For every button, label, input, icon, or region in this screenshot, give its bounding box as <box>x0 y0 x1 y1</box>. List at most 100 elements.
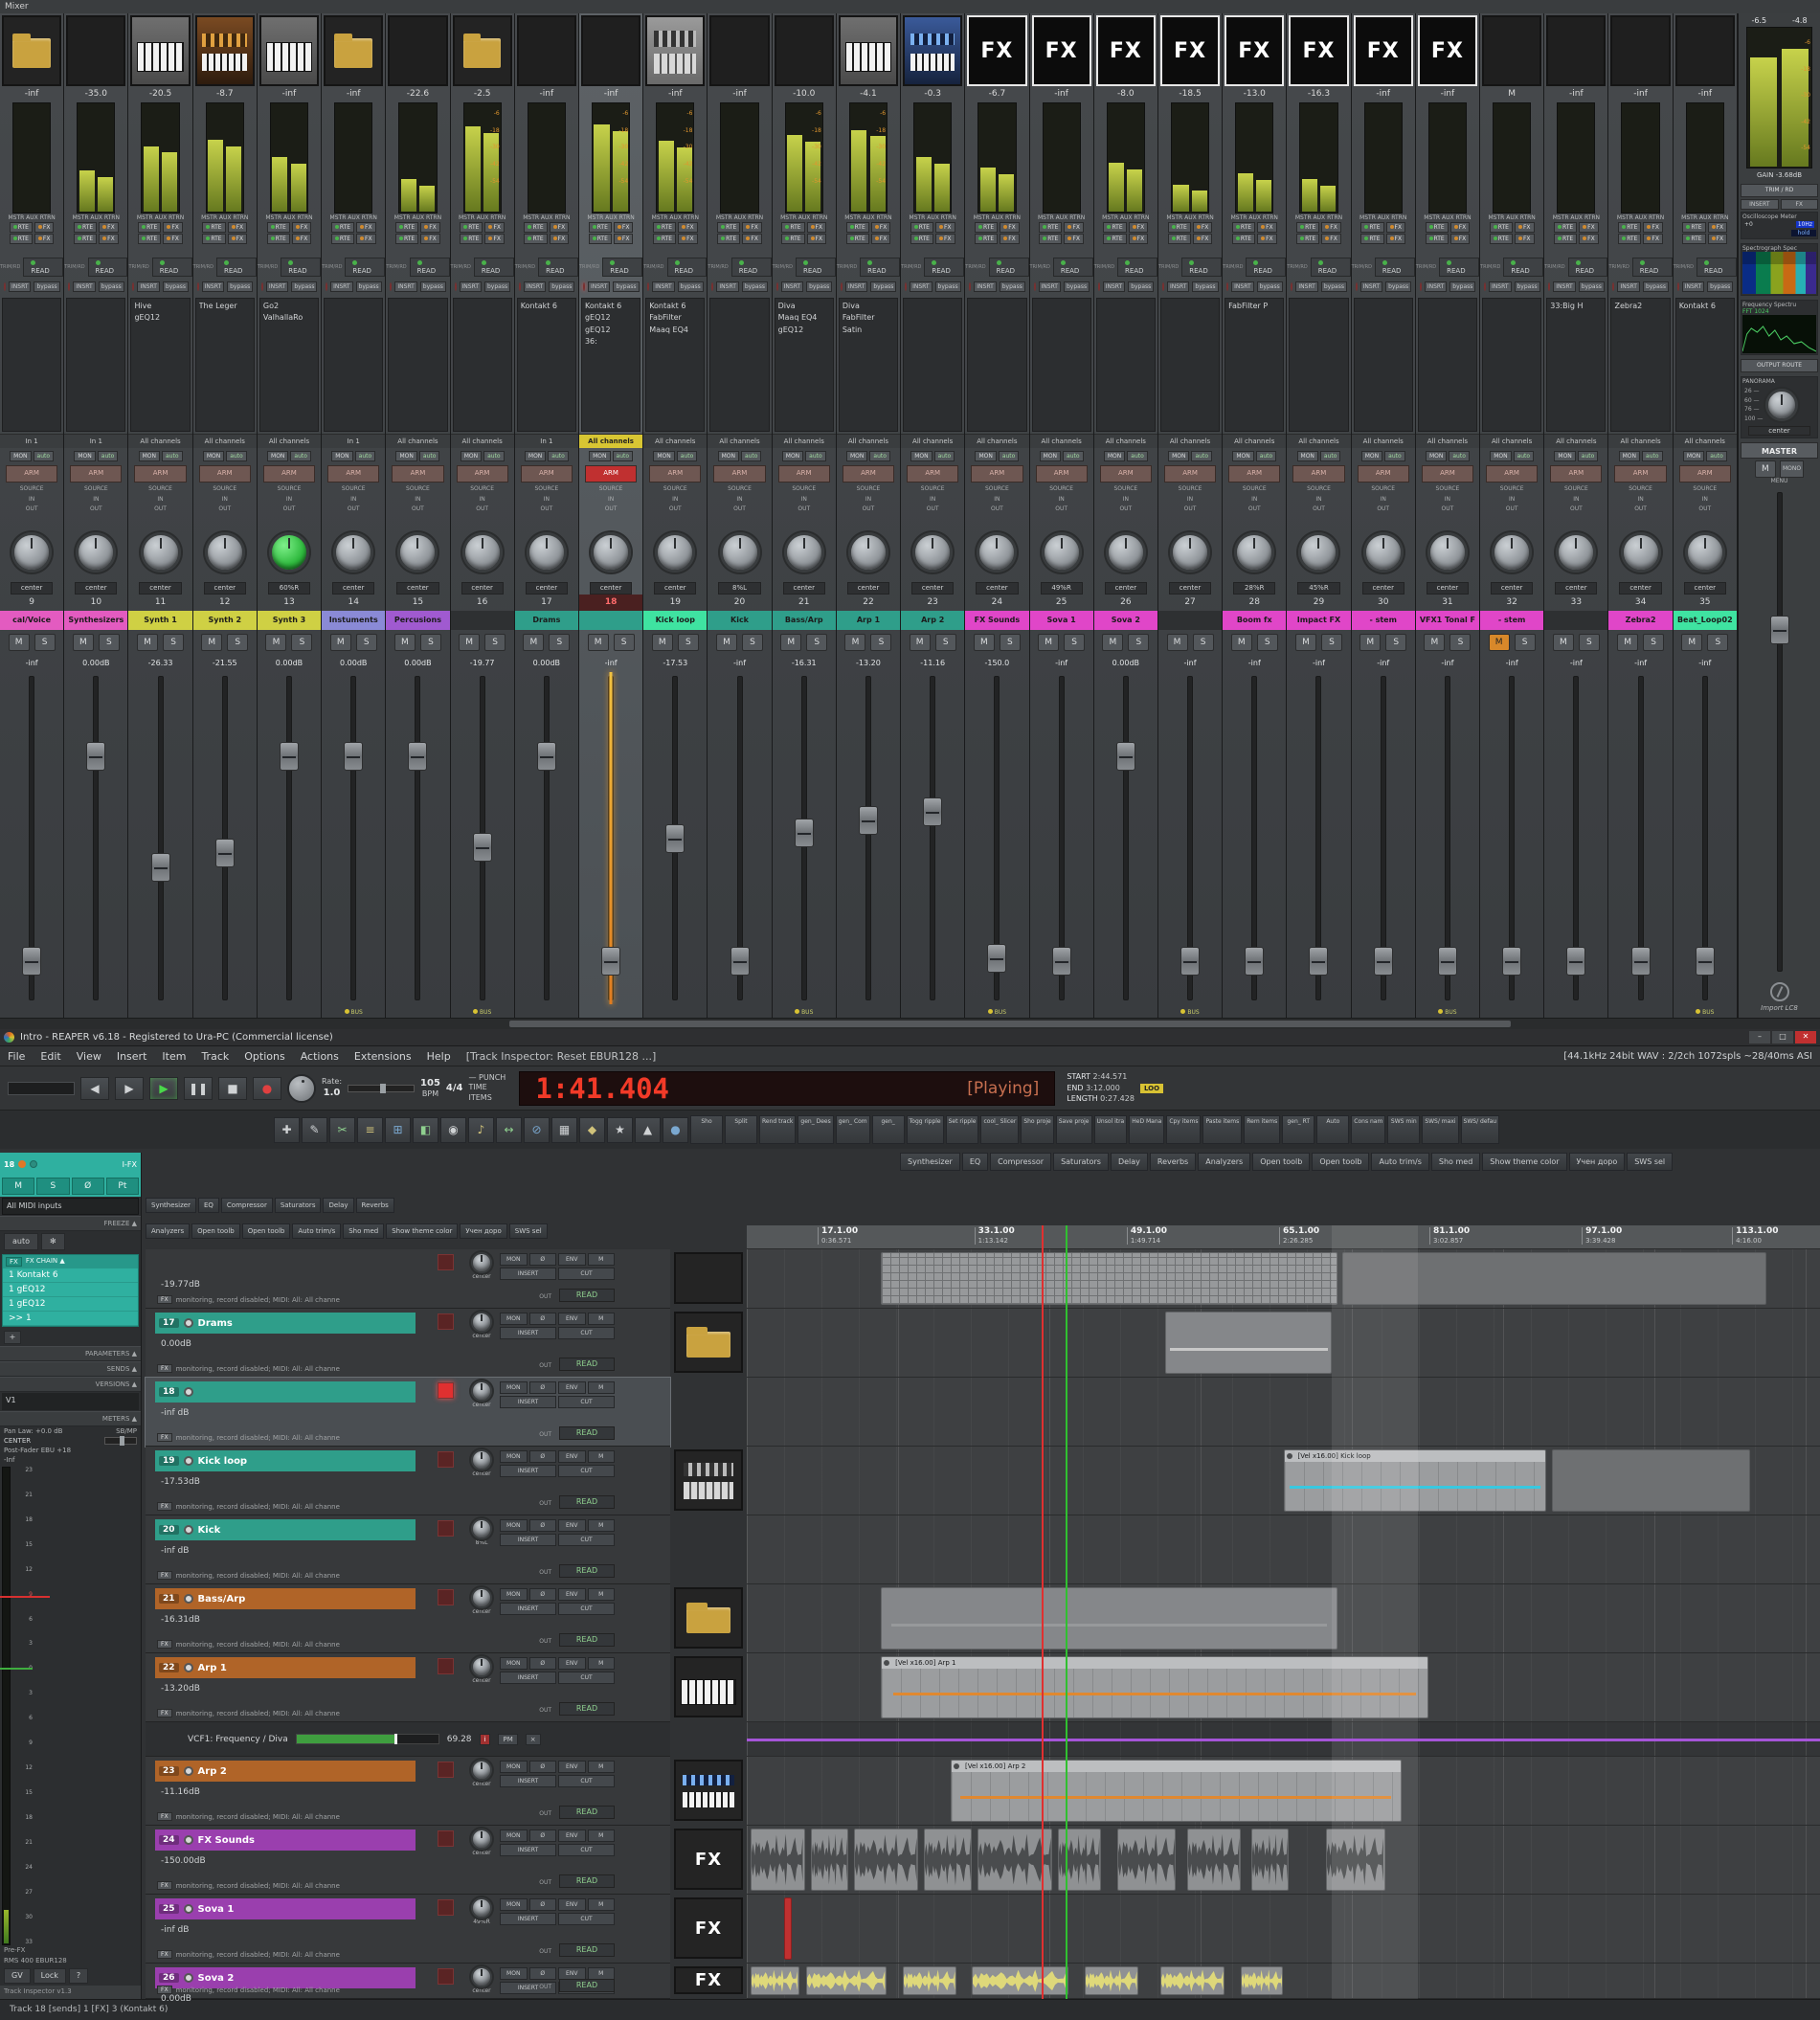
toolbar-action-button[interactable]: Rend track <box>759 1115 797 1144</box>
mute-button[interactable]: M <box>1552 634 1574 651</box>
read-button[interactable]: READ <box>87 258 128 277</box>
envelope-value-bar[interactable] <box>295 1734 439 1744</box>
insert-button[interactable]: INSRT <box>1166 281 1190 292</box>
close-button[interactable]: ✕ <box>1795 1031 1816 1044</box>
fx-icon[interactable]: FX <box>1417 15 1478 86</box>
bypass-button[interactable]: bypass <box>999 281 1025 292</box>
folder-icon[interactable] <box>452 15 512 86</box>
none-icon[interactable] <box>709 15 770 86</box>
tcp-phase-button[interactable]: Ø <box>528 1253 556 1266</box>
dock-toolbar-button[interactable]: SWS sel <box>508 1223 548 1239</box>
none-icon[interactable] <box>66 15 126 86</box>
ruler-mark[interactable]: 65.1.00 2:26.285 <box>1279 1226 1319 1245</box>
plugin-slot[interactable]: Satin <box>843 325 894 336</box>
tcp-pan-knob[interactable] <box>471 1656 492 1677</box>
tcp-record-icon[interactable] <box>183 1904 193 1914</box>
fx-send-button[interactable]: FX <box>1643 234 1663 244</box>
tcp-row[interactable]: 18 -inf dB FX monitoring, record disabled; … <box>145 1377 671 1448</box>
mixer-strip[interactable]: -2.5 -6 -18 -30 -42 -54 MSTR AUX RTRN RTE FX RTE F… <box>450 13 515 1018</box>
plugin-slot[interactable]: FabFilter <box>843 312 894 324</box>
dock-toolbar-button[interactable]: Reverbs <box>355 1198 394 1213</box>
tcp-pan-knob[interactable] <box>471 1587 492 1608</box>
fx-slot-list[interactable] <box>388 298 448 432</box>
solo-button[interactable]: S <box>1256 634 1278 651</box>
auto-button[interactable]: auto <box>998 450 1020 461</box>
tcp-cut-button[interactable]: CUT <box>558 1327 615 1339</box>
tcp-cut-button[interactable]: CUT <box>558 1672 615 1684</box>
tcp-phase-button[interactable]: Ø <box>528 1967 556 1980</box>
tcp-record-icon[interactable] <box>183 1766 193 1776</box>
fx-slot-list[interactable] <box>967 298 1027 432</box>
route-button[interactable]: RTE <box>1682 234 1706 244</box>
route-button[interactable]: RTE <box>717 222 741 233</box>
input-route-label[interactable]: IN <box>965 495 1028 505</box>
read-button[interactable]: READ <box>1374 258 1415 277</box>
track-name[interactable]: Drams <box>514 611 578 630</box>
arm-button[interactable]: ARM <box>198 465 251 483</box>
route-button[interactable]: RTE <box>395 234 419 244</box>
auto-button[interactable]: auto <box>676 450 698 461</box>
plugin-slot[interactable]: Maaq EQ4 <box>778 312 830 324</box>
solo-button[interactable]: S <box>1385 634 1407 651</box>
mute-button[interactable]: M <box>973 634 995 651</box>
arrange-row[interactable] <box>747 1826 1820 1895</box>
fx-send-button[interactable]: FX <box>1385 234 1406 244</box>
fx-slot-list[interactable] <box>903 298 963 432</box>
fader-thumb[interactable] <box>1373 947 1393 976</box>
stop-button[interactable]: ■ <box>218 1076 247 1100</box>
solo-button[interactable]: S <box>98 634 120 651</box>
input-selector[interactable]: All channels <box>965 434 1029 448</box>
plugin-slot[interactable]: Maaq EQ4 <box>649 325 701 336</box>
tcp-mon-button[interactable]: MON <box>500 1381 528 1394</box>
input-selector[interactable]: In 1 <box>322 434 386 448</box>
fader-thumb[interactable] <box>665 823 685 853</box>
punch-option[interactable]: — PUNCH <box>469 1073 506 1082</box>
tcp-insert-button[interactable]: INSERT <box>500 1327 556 1339</box>
bypass-button[interactable]: bypass <box>1063 281 1090 292</box>
fx-send-button[interactable]: FX <box>870 234 891 244</box>
arm-button[interactable]: ARM <box>1678 465 1731 483</box>
mute-button[interactable]: M <box>651 634 673 651</box>
mon-button[interactable]: MON <box>74 450 96 461</box>
device-thumbnail-icon[interactable] <box>674 1449 743 1511</box>
arm-button[interactable]: ARM <box>1035 465 1088 483</box>
toolbar-action-button[interactable]: Cons nam <box>1351 1115 1386 1144</box>
menu-item-file[interactable]: File <box>8 1050 25 1063</box>
inspector-version-item[interactable]: V1 <box>2 1393 139 1410</box>
read-button[interactable]: READ <box>1696 258 1737 277</box>
tcp-mon-button[interactable]: MON <box>500 1657 528 1670</box>
volume-fader[interactable] <box>837 672 900 1004</box>
tcp-m-button[interactable]: M <box>587 1450 615 1463</box>
read-button[interactable]: READ <box>924 258 965 277</box>
arm-button[interactable]: ARM <box>1099 465 1152 483</box>
tcp-header[interactable]: 19 Kick loop <box>155 1450 416 1471</box>
solo-button[interactable]: S <box>419 634 441 651</box>
arm-button[interactable]: ARM <box>6 465 58 483</box>
input-route-label[interactable]: IN <box>1480 495 1543 505</box>
solo-button[interactable]: S <box>549 634 571 651</box>
toolbar-icon-button[interactable]: ◆ <box>579 1116 605 1143</box>
time-option[interactable]: TIME <box>469 1083 487 1091</box>
tcp-arm-button[interactable] <box>438 1254 454 1270</box>
volume-fader[interactable] <box>1352 672 1415 1004</box>
auto-button[interactable]: auto <box>1127 450 1148 461</box>
tcp-fx-chip[interactable]: FX <box>157 1433 172 1442</box>
add-fx-button[interactable]: + <box>4 1331 21 1344</box>
route-button[interactable]: RTE <box>460 222 483 233</box>
tcp-header[interactable]: 18 <box>155 1381 416 1403</box>
arrange-item[interactable] <box>1551 1449 1751 1512</box>
plugin-slot[interactable]: gEQ12 <box>778 325 830 336</box>
none-icon[interactable] <box>388 15 448 86</box>
tcp-fx-chip[interactable]: FX <box>157 1295 172 1304</box>
track-number[interactable]: 15 <box>386 595 449 611</box>
inspector-parameters-section[interactable]: PARAMETERS ▲ <box>0 1346 141 1361</box>
mixer-strip[interactable]: FX -inf MSTR AUX RTRN RTE FX RTE FX TRIM/RD READ… <box>1415 13 1481 1018</box>
track-name[interactable]: Instuments <box>322 611 386 630</box>
fx-slot-list[interactable]: 33:Big H <box>1546 298 1607 432</box>
tcp-record-icon[interactable] <box>183 1835 193 1845</box>
tcp-track-number[interactable]: 25 <box>159 1904 179 1914</box>
tcp-mon-button[interactable]: MON <box>500 1761 528 1773</box>
arm-button[interactable]: ARM <box>1163 465 1217 483</box>
tcp-arm-button[interactable] <box>438 1520 454 1537</box>
volume-fader[interactable] <box>643 672 707 1004</box>
